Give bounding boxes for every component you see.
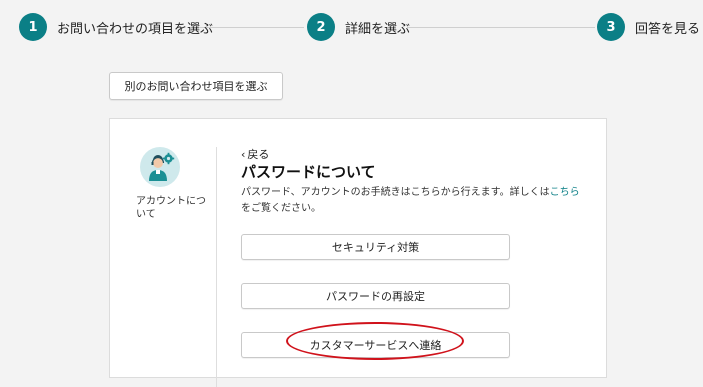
step-number: 1 — [19, 13, 47, 41]
category-label: アカウントについて — [136, 196, 206, 220]
page-title: パスワードについて — [241, 163, 376, 181]
inquiry-card: アカウントについて ‹ 戻る パスワードについて パスワード、アカウントのお手続… — [109, 118, 607, 387]
details-link[interactable]: こちら — [550, 187, 580, 198]
progress-stepper: 1 お問い合わせの項目を選ぶ 2 詳細を選ぶ 3 回答を見る — [0, 0, 703, 56]
step-label: 詳細を選ぶ — [345, 21, 411, 37]
back-label: 戻る — [247, 148, 270, 161]
description-text: パスワード、アカウントのお手続きはこちらから行えます。詳しくは — [241, 187, 550, 198]
choose-another-topic-button[interactable]: 別のお問い合わせ項目を選ぶ — [109, 72, 283, 100]
chevron-left-icon: ‹ — [241, 147, 246, 161]
password-reset-button[interactable]: パスワードの再設定 — [241, 283, 510, 309]
step-1: 1 お問い合わせの項目を選ぶ — [19, 13, 213, 41]
back-link[interactable]: ‹ 戻る — [241, 146, 269, 162]
description: パスワード、アカウントのお手続きはこちらから行えます。詳しくはこちらをご覧くださ… — [241, 185, 586, 217]
support-agent-gear-icon — [140, 147, 180, 187]
step-label: お問い合わせの項目を選ぶ — [57, 21, 214, 37]
security-measures-button[interactable]: セキュリティ対策 — [241, 234, 510, 260]
divider — [216, 147, 217, 387]
step-connector — [407, 27, 595, 28]
step-2: 2 詳細を選ぶ — [307, 13, 410, 41]
step-number: 2 — [307, 13, 335, 41]
step-3: 3 回答を見る — [597, 13, 700, 41]
description-text-end: をご覧ください。 — [241, 203, 321, 214]
step-number: 3 — [597, 13, 625, 41]
contact-customer-service-button[interactable]: カスタマーサービスへ連絡 — [241, 332, 510, 358]
step-label: 回答を見る — [635, 21, 701, 37]
